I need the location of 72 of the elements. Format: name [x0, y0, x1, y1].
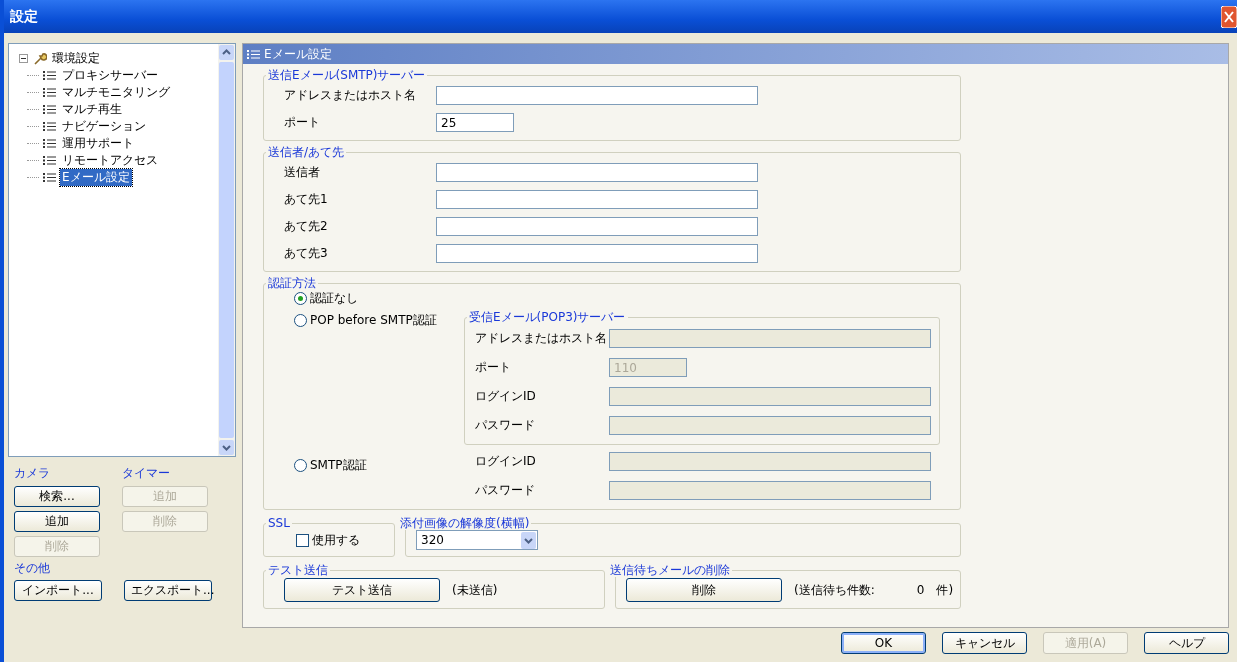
input-field[interactable]	[436, 190, 758, 209]
input-field[interactable]	[436, 244, 758, 263]
panel-title: Eメール設定	[264, 45, 332, 63]
camera-button[interactable]: 追加	[14, 511, 100, 532]
group-title: その他	[14, 560, 51, 577]
list-icon	[43, 173, 56, 182]
tree-item[interactable]: マルチモニタリング	[60, 84, 172, 101]
field-label: あて先3	[284, 245, 329, 262]
field-label: アドレスまたはホスト名	[284, 87, 417, 104]
input-field[interactable]	[436, 86, 758, 105]
radio-option[interactable]: SMTP認証	[294, 455, 464, 475]
scrollbar[interactable]	[218, 44, 235, 456]
field-label: 送信者	[284, 164, 321, 181]
window-title: 設定	[10, 7, 38, 26]
group-title: 送信Eメール(SMTP)サーバー	[267, 68, 427, 82]
scroll-down-icon[interactable]	[219, 440, 234, 455]
checkbox[interactable]: 使用する	[284, 530, 394, 550]
dialog-button[interactable]: OK	[841, 632, 926, 654]
other-button[interactable]: インポート...	[14, 580, 102, 601]
field-label: ログインID	[475, 388, 537, 405]
scroll-up-icon[interactable]	[219, 45, 234, 60]
group-title: 送信者/あて先	[267, 145, 346, 159]
delete-button[interactable]: 削除	[626, 578, 782, 602]
field-label: ポート	[475, 359, 512, 376]
tree-item[interactable]: マルチ再生	[60, 101, 124, 118]
send-status: (未送信)	[452, 581, 498, 599]
list-icon	[43, 156, 56, 165]
queue-unit: 件)	[936, 581, 954, 599]
radio-option[interactable]: 認証なし	[294, 290, 960, 307]
tree-item[interactable]: リモートアクセス	[60, 152, 160, 169]
input-field[interactable]: 25	[436, 113, 514, 132]
queue-label: (送信待ち件数:	[794, 581, 875, 599]
wrench-icon	[33, 51, 47, 66]
input-field[interactable]	[436, 217, 758, 236]
other-button[interactable]: エクスポート...	[124, 580, 212, 601]
field-label: アドレスまたはホスト名	[475, 330, 608, 347]
field-label: パスワード	[475, 417, 536, 434]
group-title: カメラ	[14, 465, 51, 482]
list-icon	[43, 71, 56, 80]
tree-item[interactable]: 運用サポート	[60, 135, 136, 152]
radio-option[interactable]: POP before SMTP認証	[294, 310, 464, 330]
group-title: テスト送信	[267, 563, 329, 577]
group-title: SSL	[267, 516, 291, 530]
camera-button[interactable]: 検索...	[14, 486, 100, 507]
group-title: 送信待ちメールの削除	[609, 563, 731, 577]
list-icon	[43, 122, 56, 131]
tree-item[interactable]: 環境設定	[52, 50, 100, 67]
test-send-button[interactable]: テスト送信	[284, 578, 440, 602]
tree-item[interactable]: ナビゲーション	[60, 118, 148, 135]
collapse-icon[interactable]	[19, 54, 28, 63]
field-label: パスワード	[475, 482, 536, 499]
close-icon[interactable]	[1221, 5, 1237, 28]
list-icon	[247, 49, 260, 59]
list-icon	[43, 88, 56, 97]
field-label: ログインID	[475, 453, 537, 470]
list-icon	[43, 105, 56, 114]
tree-item[interactable]: プロキシサーバー	[60, 67, 160, 84]
resolution-dropdown[interactable]: 320	[416, 530, 538, 550]
queue-count: 0	[916, 583, 925, 597]
dialog-button[interactable]: キャンセル	[942, 632, 1027, 654]
group-title: 受信Eメール(POP3)サーバー	[468, 310, 627, 324]
group-title: 添付画像の解像度(横幅)	[399, 516, 531, 530]
input-field[interactable]	[436, 163, 758, 182]
tree-item[interactable]: Eメール設定	[60, 169, 132, 186]
field-label: あて先2	[284, 218, 329, 235]
scroll-thumb[interactable]	[219, 62, 234, 438]
group-title: タイマー	[122, 465, 171, 482]
field-label: あて先1	[284, 191, 329, 208]
group-title: 認証方法	[267, 276, 317, 290]
dialog-button[interactable]: ヘルプ	[1144, 632, 1229, 654]
field-label: ポート	[284, 114, 321, 131]
list-icon	[43, 139, 56, 148]
